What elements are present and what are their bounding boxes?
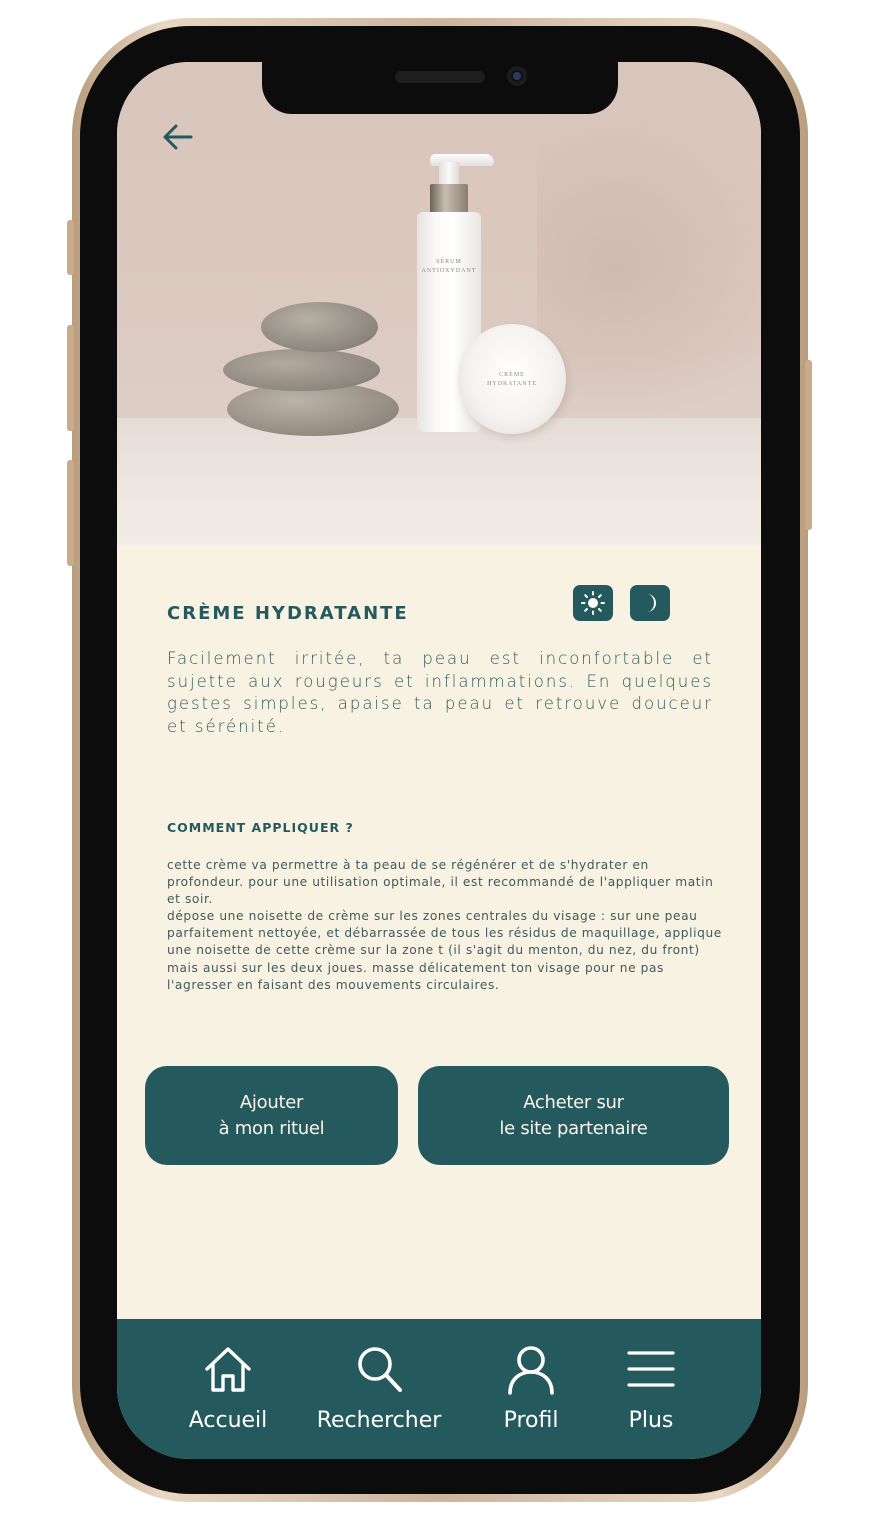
jar-label: CRÈME HYDRATANTE bbox=[458, 371, 566, 389]
bottle-label-line1: SÉRUM bbox=[436, 259, 462, 265]
nav-item-profile[interactable]: Profil bbox=[486, 1319, 576, 1439]
menu-icon bbox=[627, 1351, 675, 1387]
back-arrow-icon[interactable] bbox=[161, 120, 195, 154]
power-button bbox=[805, 360, 812, 530]
add-to-ritual-button[interactable]: Ajouter à mon rituel bbox=[145, 1066, 398, 1165]
add-button-line1: Ajouter bbox=[239, 1091, 304, 1113]
front-camera bbox=[507, 66, 527, 86]
nav-item-more[interactable]: Plus bbox=[611, 1319, 691, 1439]
hero-floor bbox=[117, 418, 761, 545]
nav-label-search: Rechercher bbox=[316, 1408, 442, 1433]
screen: SÉRUM ANTIOXYDANT CRÈME HYDRATANTE CRÈME… bbox=[117, 62, 761, 1459]
bottom-nav: Accueil Rechercher Profil Plus bbox=[117, 1319, 761, 1459]
stone bbox=[261, 302, 378, 352]
search-icon bbox=[358, 1347, 402, 1392]
add-button-line2: à mon rituel bbox=[218, 1117, 325, 1139]
volume-up-button bbox=[67, 325, 74, 431]
volume-down-button bbox=[67, 460, 74, 566]
profile-icon bbox=[508, 1346, 554, 1395]
nav-label-profile: Profil bbox=[503, 1408, 559, 1433]
speaker bbox=[395, 71, 485, 83]
howto-paragraph: cette crème va permettre à ta peau de se… bbox=[167, 858, 714, 907]
bottle-label-line2: ANTIOXYDANT bbox=[421, 268, 477, 274]
jar-label-line1: CRÈME bbox=[499, 372, 525, 378]
howto-paragraph: dépose une noisette de crème sur les zon… bbox=[167, 909, 722, 992]
stone bbox=[223, 349, 380, 391]
buy-partner-site-button[interactable]: Acheter sur le site partenaire bbox=[418, 1066, 729, 1165]
notch bbox=[262, 62, 618, 114]
bottle-stem bbox=[439, 162, 459, 186]
nav-item-search[interactable]: Rechercher bbox=[309, 1319, 449, 1439]
home-icon bbox=[205, 1347, 251, 1392]
howto-text: cette crème va permettre à ta peau de se… bbox=[167, 857, 727, 994]
buy-button-line2: le site partenaire bbox=[499, 1117, 648, 1139]
nav-label-more: Plus bbox=[628, 1408, 674, 1433]
silent-switch bbox=[67, 220, 74, 275]
howto-title: COMMENT APPLIQUER ? bbox=[167, 820, 354, 835]
nav-item-home[interactable]: Accueil bbox=[173, 1319, 283, 1439]
hero-image: SÉRUM ANTIOXYDANT CRÈME HYDRATANTE bbox=[117, 62, 761, 545]
sun-icon[interactable] bbox=[573, 585, 613, 621]
moon-icon[interactable] bbox=[630, 585, 670, 621]
jar-label-line2: HYDRATANTE bbox=[487, 381, 537, 387]
hero-shadow bbox=[537, 102, 761, 432]
nav-label-home: Accueil bbox=[188, 1408, 268, 1433]
buy-button-line1: Acheter sur bbox=[523, 1091, 624, 1113]
product-title: CRÈME HYDRATANTE bbox=[167, 603, 409, 624]
product-description: Facilement irritée, ta peau est inconfor… bbox=[167, 649, 713, 736]
bottle-label: SÉRUM ANTIOXYDANT bbox=[417, 258, 481, 276]
